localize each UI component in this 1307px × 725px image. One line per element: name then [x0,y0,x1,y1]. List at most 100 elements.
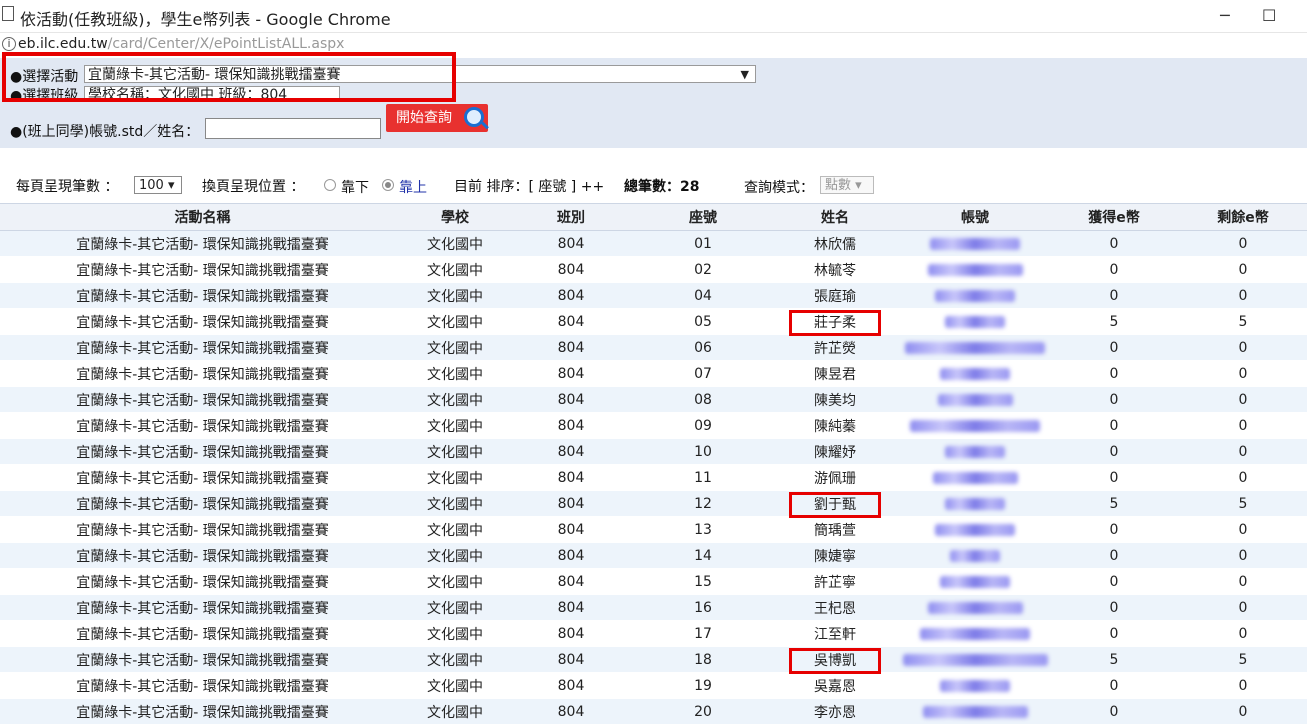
cell-account [901,386,1049,413]
cell-remain: 0 [1179,386,1307,413]
column-header[interactable]: 獲得e幣 [1049,203,1179,231]
info-icon[interactable]: i [2,37,16,51]
cell-class: 804 [505,490,637,517]
minimize-button[interactable]: ─ [1220,6,1230,25]
table-row[interactable]: 宜蘭綠卡-其它活動- 環保知識挑戰擂臺賽 文化國中 804 09 陳純蓁 0 0 [0,412,1307,439]
cell-earned: 0 [1049,698,1179,725]
table-row[interactable]: 宜蘭綠卡-其它活動- 環保知識挑戰擂臺賽 文化國中 804 19 吳嘉恩 0 0 [0,672,1307,699]
table-row[interactable]: 宜蘭綠卡-其它活動- 環保知識挑戰擂臺賽 文化國中 804 16 王杞恩 0 0 [0,594,1307,621]
cell-activity: 宜蘭綠卡-其它活動- 環保知識挑戰擂臺賽 [0,464,405,491]
cell-account [901,334,1049,361]
cell-school: 文化國中 [405,412,505,439]
cell-seat: 14 [637,542,769,569]
cell-activity: 宜蘭綠卡-其它活動- 環保知識挑戰擂臺賽 [0,516,405,543]
cell-activity: 宜蘭綠卡-其它活動- 環保知識挑戰擂臺賽 [0,282,405,309]
cell-activity: 宜蘭綠卡-其它活動- 環保知識挑戰擂臺賽 [0,620,405,647]
table-row[interactable]: 宜蘭綠卡-其它活動- 環保知識挑戰擂臺賽 文化國中 804 05 莊子柔 5 5 [0,308,1307,336]
cell-account [901,282,1049,309]
table-row[interactable]: 宜蘭綠卡-其它活動- 環保知識挑戰擂臺賽 文化國中 804 04 張庭瑜 0 0 [0,282,1307,309]
mode-select[interactable]: 點數 ▾ [820,176,874,194]
account-input[interactable] [205,118,381,139]
radio-top[interactable] [382,179,394,191]
options-bar: 每頁呈現筆數 ： 100 ▾ 換頁呈現位置 ： 靠下 靠上 目前 排序：[ 座號… [0,168,1307,200]
redacted-account [930,237,1020,250]
cell-class: 804 [505,360,637,387]
table-row[interactable]: 宜蘭綠卡-其它活動- 環保知識挑戰擂臺賽 文化國中 804 12 劉于甄 5 5 [0,490,1307,518]
table-row[interactable]: 宜蘭綠卡-其它活動- 環保知識挑戰擂臺賽 文化國中 804 18 吳博凱 5 5 [0,646,1307,674]
cell-school: 文化國中 [405,256,505,283]
cell-class: 804 [505,594,637,621]
cell-seat: 07 [637,360,769,387]
table-row[interactable]: 宜蘭綠卡-其它活動- 環保知識挑戰擂臺賽 文化國中 804 02 林毓苓 0 0 [0,256,1307,283]
table-row[interactable]: 宜蘭綠卡-其它活動- 環保知識挑戰擂臺賽 文化國中 804 08 陳美均 0 0 [0,386,1307,413]
column-header[interactable]: 姓名 [769,203,901,231]
cell-remain: 0 [1179,256,1307,283]
table-row[interactable]: 宜蘭綠卡-其它活動- 環保知識挑戰擂臺賽 文化國中 804 15 許芷寧 0 0 [0,568,1307,595]
highlighted-name: 劉于甄 [789,491,881,518]
cell-remain: 0 [1179,438,1307,465]
window-titlebar: 依活動(任教班級)，學生e幣列表 - Google Chrome ─ ☐ [0,0,1307,33]
cell-seat: 13 [637,516,769,543]
per-page-value: 100 [139,178,164,193]
cell-seat: 10 [637,438,769,465]
table-row[interactable]: 宜蘭綠卡-其它活動- 環保知識挑戰擂臺賽 文化國中 804 13 簡瑀萱 0 0 [0,516,1307,543]
cell-earned: 0 [1049,230,1179,257]
cell-seat: 06 [637,334,769,361]
magnifier-icon [464,107,484,127]
redacted-account [937,393,1013,406]
cell-remain: 5 [1179,646,1307,673]
table-row[interactable]: 宜蘭綠卡-其它活動- 環保知識挑戰擂臺賽 文化國中 804 01 林欣儒 0 0 [0,230,1307,257]
table-row[interactable]: 宜蘭綠卡-其它活動- 環保知識挑戰擂臺賽 文化國中 804 20 李亦恩 0 0 [0,698,1307,725]
cell-remain: 0 [1179,334,1307,361]
table-row[interactable]: 宜蘭綠卡-其它活動- 環保知識挑戰擂臺賽 文化國中 804 14 陳婕寧 0 0 [0,542,1307,569]
cell-earned: 0 [1049,594,1179,621]
redacted-account [945,497,1005,510]
cell-school: 文化國中 [405,282,505,309]
column-header[interactable]: 帳號 [901,203,1049,231]
cell-class: 804 [505,568,637,595]
cell-activity: 宜蘭綠卡-其它活動- 環保知識挑戰擂臺賽 [0,334,405,361]
cell-class: 804 [505,672,637,699]
table-row[interactable]: 宜蘭綠卡-其它活動- 環保知識挑戰擂臺賽 文化國中 804 17 江至軒 0 0 [0,620,1307,647]
redacted-account [905,341,1045,354]
mode-value: 點數 [825,178,852,193]
table-header-row: 活動名稱 學校 班別 座號 姓名 帳號 獲得e幣 剩餘e幣 [0,203,1307,231]
cell-activity: 宜蘭綠卡-其它活動- 環保知識挑戰擂臺賽 [0,386,405,413]
cell-account [901,542,1049,569]
redacted-account [940,367,1010,380]
column-header[interactable]: 學校 [405,203,505,231]
cell-earned: 0 [1049,334,1179,361]
cell-account [901,308,1049,335]
column-header[interactable]: 班別 [505,203,637,231]
cell-school: 文化國中 [405,542,505,569]
table-row[interactable]: 宜蘭綠卡-其它活動- 環保知識挑戰擂臺賽 文化國中 804 06 許芷熒 0 0 [0,334,1307,361]
maximize-button[interactable]: ☐ [1262,6,1276,25]
cell-earned: 0 [1049,412,1179,439]
table-row[interactable]: 宜蘭綠卡-其它活動- 環保知識挑戰擂臺賽 文化國中 804 10 陳耀妤 0 0 [0,438,1307,465]
redacted-account [940,575,1010,588]
cell-school: 文化國中 [405,464,505,491]
per-page-select[interactable]: 100 ▾ [134,176,182,194]
column-header[interactable]: 剩餘e幣 [1179,203,1307,231]
cell-account [901,568,1049,595]
column-header[interactable]: 活動名稱 [0,203,405,231]
cell-remain: 5 [1179,308,1307,335]
column-header[interactable]: 座號 [637,203,769,231]
cell-class: 804 [505,542,637,569]
cell-school: 文化國中 [405,308,505,335]
cell-school: 文化國中 [405,386,505,413]
cell-account [901,412,1049,439]
url-text[interactable]: eb.ilc.edu.tw/card/Center/X/ePointListAL… [18,36,344,52]
cell-name: 許芷寧 [769,568,901,595]
highlighted-name: 莊子柔 [789,309,881,336]
query-button[interactable]: 開始查詢 [386,104,488,132]
cell-earned: 0 [1049,542,1179,569]
cell-name: 林欣儒 [769,230,901,257]
radio-bottom[interactable] [324,179,336,191]
cell-remain: 0 [1179,464,1307,491]
cell-seat: 17 [637,620,769,647]
total-count: 總筆數：28 [624,179,700,195]
cell-remain: 0 [1179,282,1307,309]
table-row[interactable]: 宜蘭綠卡-其它活動- 環保知識挑戰擂臺賽 文化國中 804 07 陳昱君 0 0 [0,360,1307,387]
table-row[interactable]: 宜蘭綠卡-其它活動- 環保知識挑戰擂臺賽 文化國中 804 11 游佩珊 0 0 [0,464,1307,491]
